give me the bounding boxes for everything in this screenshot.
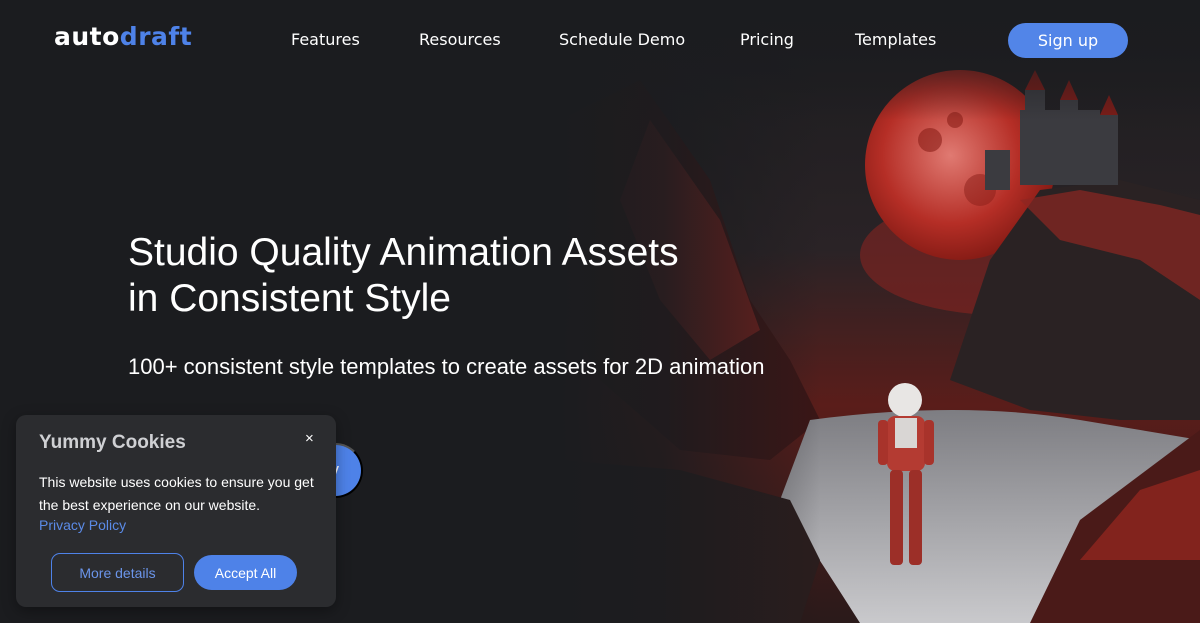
nav-pricing[interactable]: Pricing [740,30,794,49]
privacy-policy-link[interactable]: Privacy Policy [39,517,126,533]
nav-templates[interactable]: Templates [855,30,936,49]
hero-title-line1: Studio Quality Animation Assets [128,231,679,274]
more-details-button[interactable]: More details [51,553,184,592]
cookie-message: This website uses cookies to ensure you … [39,474,314,513]
signup-button[interactable]: Sign up [1008,23,1128,58]
nav-resources[interactable]: Resources [419,30,501,49]
logo-part-auto: auto [54,22,120,51]
cookie-banner: Yummy Cookies × This website uses cookie… [16,415,336,607]
cookie-banner-title: Yummy Cookies [39,432,186,453]
hero-subtitle: 100+ consistent style templates to creat… [128,354,765,379]
nav-schedule-demo[interactable]: Schedule Demo [559,30,685,49]
close-icon[interactable]: × [305,430,314,447]
logo-part-draft: draft [119,22,193,51]
logo[interactable]: autodraft [54,22,192,51]
accept-all-button[interactable]: Accept All [194,555,297,590]
hero-title: Studio Quality Animation Assets in Consi… [128,230,679,322]
site-header: autodraft Features Resources Schedule De… [0,0,1200,80]
hero-title-line2: in Consistent Style [128,277,451,320]
nav-features[interactable]: Features [291,30,360,49]
